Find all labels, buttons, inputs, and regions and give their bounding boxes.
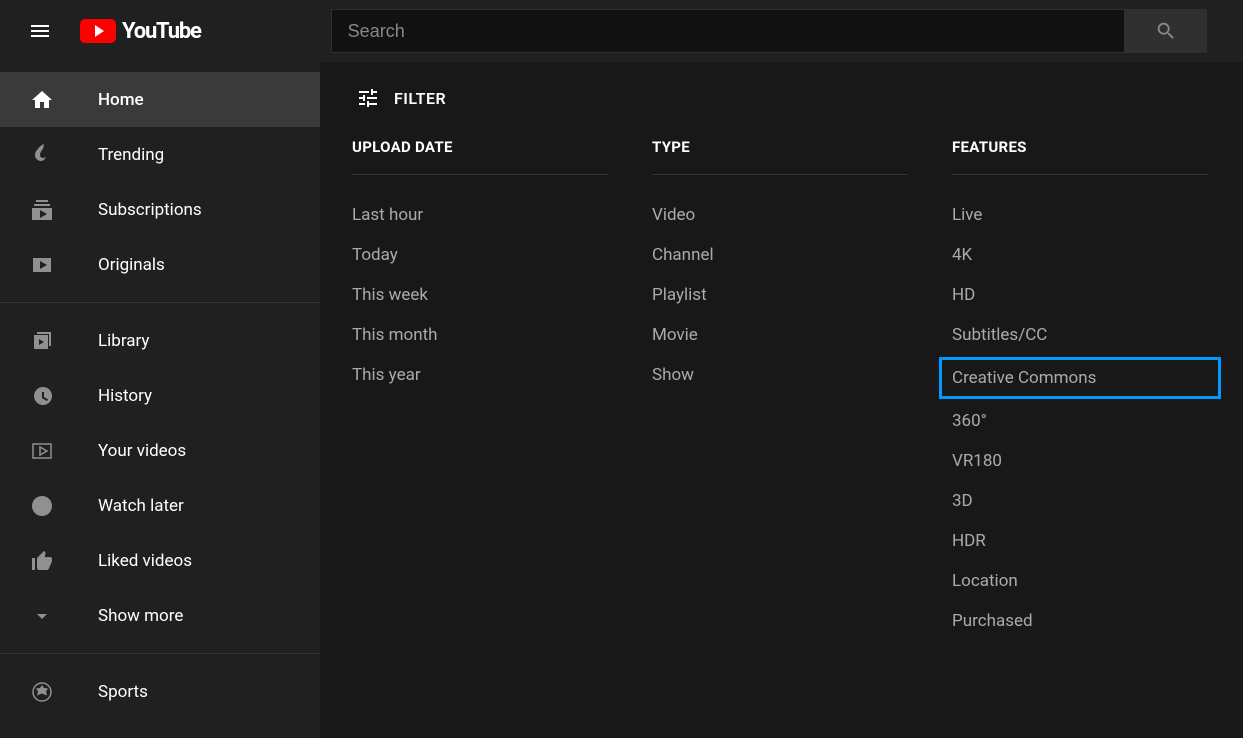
sidebar-item-label: Trending bbox=[98, 145, 164, 165]
sidebar-group-primary: Home Trending Subscriptions Originals bbox=[0, 62, 320, 303]
subscriptions-icon bbox=[28, 196, 56, 224]
sidebar-item-watch-later[interactable]: Watch later bbox=[0, 478, 320, 533]
flame-icon bbox=[28, 141, 56, 169]
sidebar-item-home[interactable]: Home bbox=[0, 72, 320, 127]
sidebar-item-trending[interactable]: Trending bbox=[0, 127, 320, 182]
sidebar-item-label: Home bbox=[98, 90, 144, 110]
filter-option-last-hour[interactable]: Last hour bbox=[352, 195, 608, 235]
clock-icon bbox=[28, 492, 56, 520]
filter-column-title: FEATURES bbox=[952, 138, 1208, 175]
history-icon bbox=[28, 382, 56, 410]
sidebar-item-label: Library bbox=[98, 331, 149, 351]
filter-option-3d[interactable]: 3D bbox=[952, 481, 1208, 521]
thumbs-up-icon bbox=[28, 547, 56, 575]
sidebar-item-show-more[interactable]: Show more bbox=[0, 588, 320, 643]
filter-column-title: UPLOAD DATE bbox=[352, 138, 608, 175]
home-icon bbox=[28, 86, 56, 114]
youtube-logo-text: YouTube bbox=[122, 19, 201, 44]
chevron-down-icon bbox=[28, 602, 56, 630]
sidebar-item-label: Watch later bbox=[98, 496, 184, 516]
filter-option-creative-commons[interactable]: Creative Commons bbox=[939, 357, 1221, 399]
search-icon bbox=[1155, 20, 1177, 42]
youtube-play-icon bbox=[80, 19, 116, 43]
filter-option-live[interactable]: Live bbox=[952, 195, 1208, 235]
filter-option-this-week[interactable]: This week bbox=[352, 275, 608, 315]
top-header: YouTube bbox=[0, 0, 1243, 62]
originals-icon bbox=[28, 251, 56, 279]
sidebar-item-label: Show more bbox=[98, 606, 183, 626]
filter-option-location[interactable]: Location bbox=[952, 561, 1208, 601]
tune-icon bbox=[356, 86, 380, 110]
your-videos-icon bbox=[28, 437, 56, 465]
sidebar-item-originals[interactable]: Originals bbox=[0, 237, 320, 292]
search-button[interactable] bbox=[1125, 9, 1207, 53]
filter-option-show[interactable]: Show bbox=[652, 355, 908, 395]
menu-icon bbox=[28, 19, 52, 43]
sidebar-item-liked-videos[interactable]: Liked videos bbox=[0, 533, 320, 588]
sports-icon bbox=[28, 678, 56, 706]
search-bar bbox=[331, 9, 1207, 53]
filter-option-purchased[interactable]: Purchased bbox=[952, 601, 1208, 641]
filter-columns: UPLOAD DATE Last hourTodayThis weekThis m… bbox=[352, 138, 1211, 641]
filter-option-channel[interactable]: Channel bbox=[652, 235, 908, 275]
main-content: FILTER UPLOAD DATE Last hourTodayThis wee… bbox=[320, 62, 1243, 738]
hamburger-menu-button[interactable] bbox=[20, 11, 60, 51]
library-icon bbox=[28, 327, 56, 355]
filter-option-subtitles-cc[interactable]: Subtitles/CC bbox=[952, 315, 1208, 355]
filter-option-today[interactable]: Today bbox=[352, 235, 608, 275]
filter-column-upload-date: UPLOAD DATE Last hourTodayThis weekThis m… bbox=[352, 138, 608, 641]
filter-option-video[interactable]: Video bbox=[652, 195, 908, 235]
youtube-logo[interactable]: YouTube bbox=[80, 19, 201, 44]
filter-option-this-year[interactable]: This year bbox=[352, 355, 608, 395]
filter-option-movie[interactable]: Movie bbox=[652, 315, 908, 355]
sidebar-item-label: Your videos bbox=[98, 441, 186, 461]
filter-option-vr180[interactable]: VR180 bbox=[952, 441, 1208, 481]
sidebar-item-label: Subscriptions bbox=[98, 200, 202, 220]
filter-option-360-[interactable]: 360° bbox=[952, 401, 1208, 441]
search-input[interactable] bbox=[331, 9, 1125, 53]
sidebar-item-label: Sports bbox=[98, 682, 148, 702]
sidebar-item-sports[interactable]: Sports bbox=[0, 664, 320, 719]
filter-option-4k[interactable]: 4K bbox=[952, 235, 1208, 275]
sidebar-item-your-videos[interactable]: Your videos bbox=[0, 423, 320, 478]
filter-column-title: TYPE bbox=[652, 138, 908, 175]
filter-option-this-month[interactable]: This month bbox=[352, 315, 608, 355]
filter-option-playlist[interactable]: Playlist bbox=[652, 275, 908, 315]
sidebar-item-label: Liked videos bbox=[98, 551, 192, 571]
sidebar-item-history[interactable]: History bbox=[0, 368, 320, 423]
filter-option-hd[interactable]: HD bbox=[952, 275, 1208, 315]
sidebar-item-label: History bbox=[98, 386, 152, 406]
filter-label: FILTER bbox=[394, 89, 446, 108]
filter-toggle[interactable]: FILTER bbox=[356, 86, 1211, 110]
sidebar-item-label: Originals bbox=[98, 255, 165, 275]
sidebar-group-subscriptions: Sports bbox=[0, 654, 320, 729]
sidebar: Home Trending Subscriptions Originals Libra… bbox=[0, 62, 320, 738]
filter-column-type: TYPE VideoChannelPlaylistMovieShow bbox=[652, 138, 908, 641]
sidebar-item-library[interactable]: Library bbox=[0, 313, 320, 368]
filter-column-features: FEATURESLive4KHDSubtitles/CCCreative Com… bbox=[952, 138, 1208, 641]
sidebar-item-subscriptions[interactable]: Subscriptions bbox=[0, 182, 320, 237]
filter-option-hdr[interactable]: HDR bbox=[952, 521, 1208, 561]
sidebar-group-library: Library History Your videos Watch later Like… bbox=[0, 303, 320, 654]
